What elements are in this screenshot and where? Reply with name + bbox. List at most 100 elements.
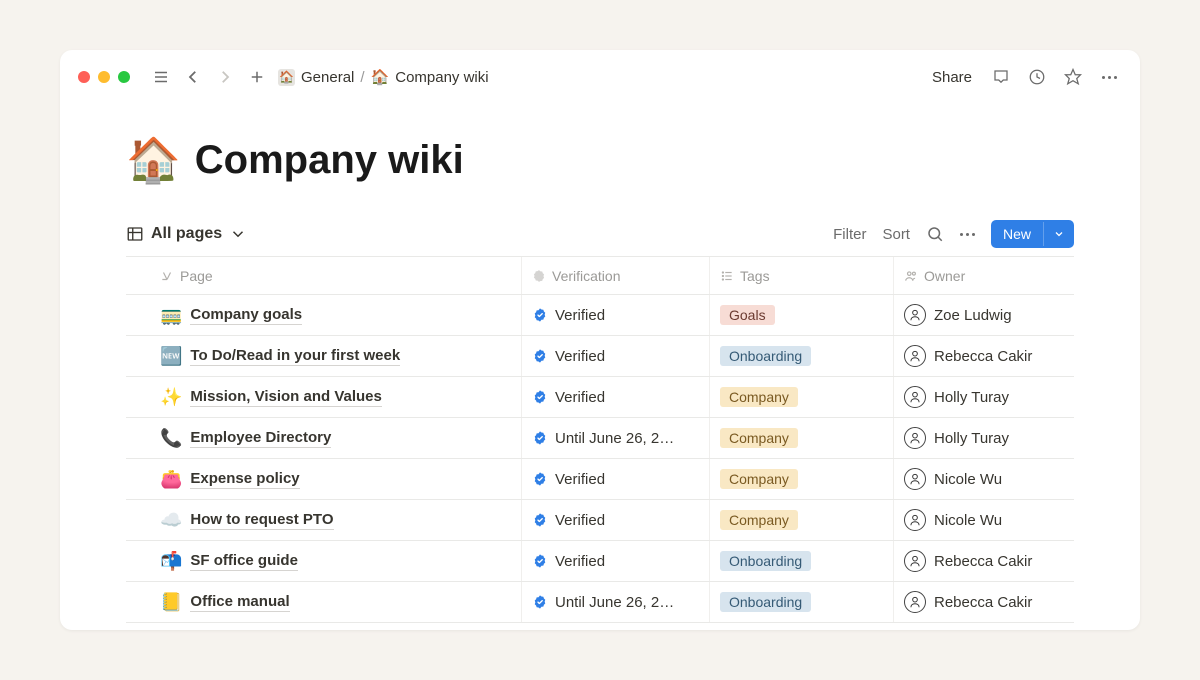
tag-badge[interactable]: Onboarding <box>720 346 811 366</box>
col-page[interactable]: Page <box>126 257 522 294</box>
cell-verification: Verified <box>522 459 710 499</box>
owner-name: Nicole Wu <box>934 471 1002 488</box>
table-row[interactable]: 📞 Employee Directory Until June 26, 2… Comp… <box>126 418 1074 459</box>
breadcrumb: 🏠 General / 🏠 Company wiki <box>278 68 489 86</box>
row-emoji: 📞 <box>160 428 182 449</box>
text-icon <box>160 269 174 283</box>
row-title[interactable]: SF office guide <box>190 552 298 571</box>
cell-page[interactable]: 🚃 Company goals <box>126 295 522 335</box>
row-title[interactable]: Expense policy <box>190 470 299 489</box>
tag-badge[interactable]: Company <box>720 387 798 407</box>
table-row[interactable]: ☁️ How to request PTO Verified Company Nicol… <box>126 500 1074 541</box>
cell-page[interactable]: ☁️ How to request PTO <box>126 500 522 540</box>
cell-page[interactable]: 📬 SF office guide <box>126 541 522 581</box>
cell-verification: Until June 26, 2… <box>522 418 710 458</box>
row-title[interactable]: To Do/Read in your first week <box>190 347 400 366</box>
cell-owner: Nicole Wu <box>894 500 1074 540</box>
sort-button[interactable]: Sort <box>882 226 910 243</box>
more-icon[interactable] <box>1096 64 1122 90</box>
verification-text: Verified <box>555 512 605 529</box>
owner-name: Rebecca Cakir <box>934 348 1032 365</box>
row-title[interactable]: Company goals <box>190 306 302 325</box>
tag-badge[interactable]: Company <box>720 510 798 530</box>
col-owner[interactable]: Owner <box>894 257 1074 294</box>
row-emoji: 📒 <box>160 592 182 613</box>
row-title[interactable]: Mission, Vision and Values <box>190 388 381 407</box>
tag-badge[interactable]: Onboarding <box>720 551 811 571</box>
owner-name: Rebecca Cakir <box>934 553 1032 570</box>
close-window-button[interactable] <box>78 71 90 83</box>
cell-page[interactable]: ✨Mission, Vision and Values <box>126 377 522 417</box>
row-title[interactable]: Office manual <box>190 593 289 612</box>
menu-icon[interactable] <box>148 64 174 90</box>
table-row[interactable]: 📬 SF office guide Verified Onboarding Rebecc… <box>126 541 1074 582</box>
minimize-window-button[interactable] <box>98 71 110 83</box>
col-tags[interactable]: Tags <box>710 257 894 294</box>
new-button-dropdown[interactable] <box>1043 222 1074 246</box>
breadcrumb-page-emoji: 🏠 <box>371 68 390 86</box>
comments-icon[interactable] <box>988 64 1014 90</box>
forward-button[interactable] <box>212 64 238 90</box>
row-emoji: 🆕 <box>160 346 182 367</box>
cell-tags: Company <box>710 377 894 417</box>
filter-button[interactable]: Filter <box>833 226 866 243</box>
back-button[interactable] <box>180 64 206 90</box>
favorite-icon[interactable] <box>1060 64 1086 90</box>
topbar: 🏠 General / 🏠 Company wiki Share <box>60 50 1140 104</box>
row-title[interactable]: Employee Directory <box>190 429 331 448</box>
avatar <box>904 468 926 490</box>
owner-name: Nicole Wu <box>934 512 1002 529</box>
cell-owner: Rebecca Cakir <box>894 336 1074 376</box>
cell-tags: Company <box>710 418 894 458</box>
verification-text: Until June 26, 2… <box>555 594 674 611</box>
cell-page[interactable]: 🆕 To Do/Read in your first week <box>126 336 522 376</box>
cell-owner: Nicole Wu <box>894 459 1074 499</box>
table-row[interactable]: 🚃 Company goals Verified Goals Zoe Ludwig <box>126 295 1074 336</box>
table-row[interactable]: 🆕 To Do/Read in your first week Verified On… <box>126 336 1074 377</box>
avatar <box>904 427 926 449</box>
owner-name: Holly Turay <box>934 430 1009 447</box>
table-row[interactable]: 📒 Office manual Until June 26, 2… Onboardin… <box>126 582 1074 623</box>
verification-text: Verified <box>555 307 605 324</box>
tag-badge[interactable]: Goals <box>720 305 775 325</box>
badge-icon <box>532 269 546 283</box>
page-title[interactable]: Company wiki <box>195 138 464 183</box>
share-button[interactable]: Share <box>932 69 972 86</box>
breadcrumb-current[interactable]: Company wiki <box>395 69 488 86</box>
maximize-window-button[interactable] <box>118 71 130 83</box>
tag-badge[interactable]: Company <box>720 469 798 489</box>
table-row[interactable]: 👛Expense policyVerified Company Nicole Wu <box>126 459 1074 500</box>
breadcrumb-parent[interactable]: General <box>301 69 354 86</box>
tag-badge[interactable]: Onboarding <box>720 592 811 612</box>
view-options-icon[interactable] <box>960 233 975 236</box>
row-emoji: ☁️ <box>160 510 182 531</box>
history-icon[interactable] <box>1024 64 1050 90</box>
cell-owner: Zoe Ludwig <box>894 295 1074 335</box>
cell-page[interactable]: 📞 Employee Directory <box>126 418 522 458</box>
cell-page[interactable]: 📒 Office manual <box>126 582 522 622</box>
list-icon <box>720 269 734 283</box>
cell-owner: Holly Turay <box>894 377 1074 417</box>
row-title[interactable]: How to request PTO <box>190 511 333 530</box>
table-row[interactable]: ✨Mission, Vision and ValuesVerified Compa… <box>126 377 1074 418</box>
avatar <box>904 509 926 531</box>
col-verification[interactable]: Verification <box>522 257 710 294</box>
avatar <box>904 550 926 572</box>
page-emoji[interactable]: 🏠 <box>126 134 181 186</box>
row-emoji: 📬 <box>160 551 182 572</box>
avatar <box>904 345 926 367</box>
view-name: All pages <box>151 225 222 243</box>
tag-badge[interactable]: Company <box>720 428 798 448</box>
cell-tags: Company <box>710 500 894 540</box>
cell-page[interactable]: 👛Expense policy <box>126 459 522 499</box>
new-page-button[interactable] <box>244 64 270 90</box>
search-icon[interactable] <box>926 225 944 243</box>
cell-verification: Verified <box>522 377 710 417</box>
new-button[interactable]: New <box>991 220 1074 248</box>
row-emoji: 🚃 <box>160 305 182 326</box>
view-tab[interactable]: All pages <box>126 225 247 243</box>
page-content: 🏠 Company wiki All pages Filter Sort New <box>60 104 1140 623</box>
window-controls <box>78 71 130 83</box>
verification-text: Verified <box>555 553 605 570</box>
cell-verification: Verified <box>522 336 710 376</box>
